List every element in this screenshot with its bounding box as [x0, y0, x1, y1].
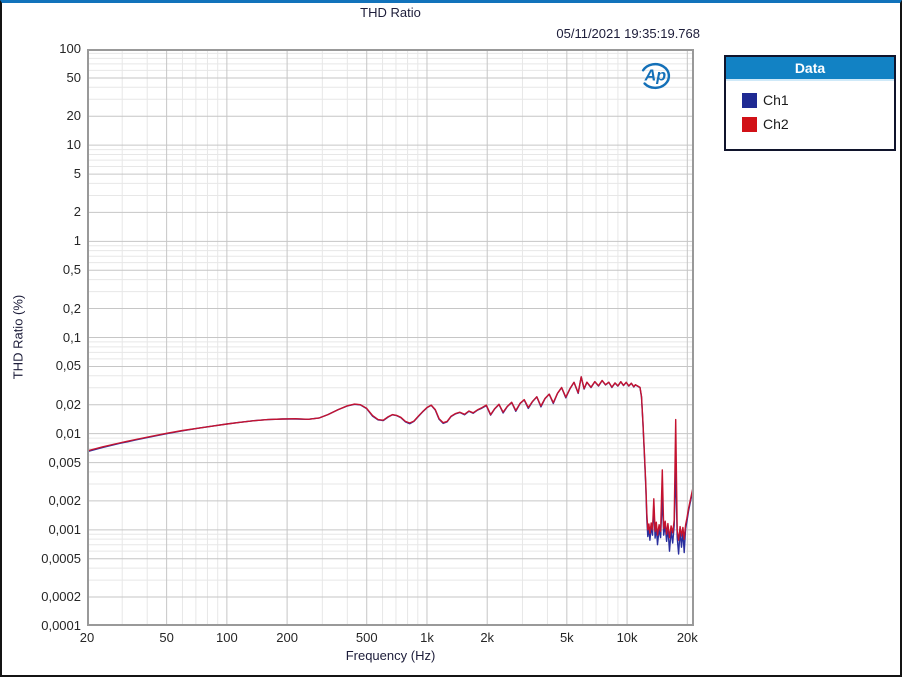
ap-measurement-window: THD Ratio 05/11/2021 19:35:19.768 THD Ra…	[0, 0, 902, 677]
y-tick-label: 0,5	[2, 262, 81, 277]
legend-panel: Data Ch1 Ch2	[724, 55, 896, 151]
legend-label: Ch2	[763, 116, 789, 132]
y-tick-label: 0,0002	[2, 589, 81, 604]
y-tick-label: 20	[2, 108, 81, 123]
legend-body: Ch1 Ch2	[726, 81, 894, 149]
y-tick-label: 0,2	[2, 301, 81, 316]
x-tick-label: 10k	[595, 630, 659, 645]
x-tick-label: 5k	[535, 630, 599, 645]
y-tick-label: 100	[2, 41, 81, 56]
legend-item-ch2[interactable]: Ch2	[742, 116, 894, 132]
y-tick-label: 2	[2, 204, 81, 219]
y-tick-label: 0,02	[2, 397, 81, 412]
legend-swatch-ch1	[742, 93, 757, 108]
legend-swatch-ch2	[742, 117, 757, 132]
series-ch2-line	[87, 377, 693, 540]
timestamp: 05/11/2021 19:35:19.768	[87, 26, 700, 41]
audio-precision-logo-icon: Ap	[636, 57, 674, 93]
series-ch1-line	[87, 377, 693, 554]
y-tick-label: 0,005	[2, 455, 81, 470]
svg-text:Ap: Ap	[644, 67, 667, 85]
x-tick-label: 1k	[395, 630, 459, 645]
y-tick-label: 5	[2, 166, 81, 181]
y-tick-label: 0,001	[2, 522, 81, 537]
x-tick-label: 200	[255, 630, 319, 645]
x-tick-label: 2k	[455, 630, 519, 645]
legend-label: Ch1	[763, 92, 789, 108]
y-tick-label: 0,05	[2, 358, 81, 373]
page-title: THD Ratio	[87, 5, 694, 20]
y-tick-label: 10	[2, 137, 81, 152]
legend-header[interactable]: Data	[726, 57, 894, 81]
x-tick-label: 500	[335, 630, 399, 645]
thd-ratio-chart	[87, 49, 694, 626]
x-tick-label: 20k	[655, 630, 719, 645]
y-tick-label: 0,1	[2, 330, 81, 345]
plot-area[interactable]	[87, 49, 694, 626]
x-axis-label: Frequency (Hz)	[87, 648, 694, 663]
y-tick-label: 0,002	[2, 493, 81, 508]
x-tick-label: 50	[135, 630, 199, 645]
y-tick-label: 50	[2, 70, 81, 85]
y-tick-label: 1	[2, 233, 81, 248]
y-tick-label: 0,01	[2, 426, 81, 441]
x-tick-label: 20	[55, 630, 119, 645]
y-tick-label: 0,0005	[2, 551, 81, 566]
legend-item-ch1[interactable]: Ch1	[742, 92, 894, 108]
x-tick-label: 100	[195, 630, 259, 645]
